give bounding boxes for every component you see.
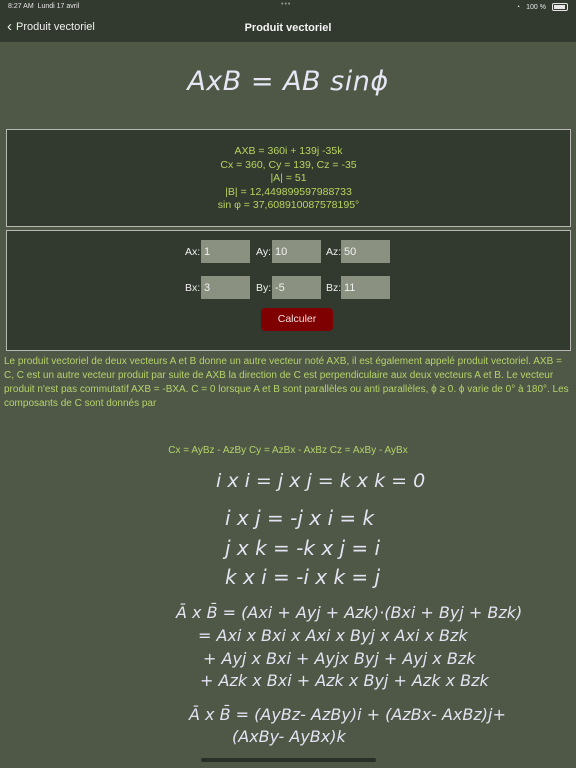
- expansion-line-3: + Ayj x Bxi + Ayjx Byj + Ayj x Bzk: [203, 649, 476, 668]
- ax-field[interactable]: [201, 240, 250, 263]
- by-field[interactable]: [272, 276, 321, 299]
- wifi-icon: ◔: [515, 3, 521, 11]
- expansion-line-1: Ā x B̄ = (Axi + Ayj + Azk)·(Bxi + Byj + …: [176, 603, 523, 622]
- multitasking-dots-icon[interactable]: •••: [281, 1, 291, 8]
- result-formula-line-2: (AxBy- AyBx)k: [232, 727, 346, 746]
- page-title: Produit vectoriel: [244, 22, 332, 34]
- inputs-panel: Ax: Ay: Az: Bx: By: Bz: Calculer: [6, 230, 571, 351]
- main-formula: AxB = AB sinϕ: [187, 66, 389, 97]
- components-formula: Cx = AyBz - AzBy Cy = AzBx - AxBz Cz = A…: [168, 445, 408, 456]
- identity-ki: k x i = -i x k = j: [225, 565, 381, 589]
- result-formula-line-1: Ā x B̄ = (AyBz- AzBy)i + (AzBx- AxBz)j+: [189, 705, 506, 724]
- status-bar: 8:27 AM Lundi 17 avril ••• ◔ 100 %: [0, 0, 576, 14]
- identity-jk: j x k = -k x j = i: [225, 536, 381, 560]
- status-right: ◔ 100 %: [516, 3, 568, 11]
- bz-label: Bz:: [326, 282, 342, 294]
- ay-label: Ay:: [256, 246, 271, 258]
- bx-field[interactable]: [201, 276, 250, 299]
- calculate-button[interactable]: Calculer: [261, 308, 333, 331]
- result-components: Cx = 360, Cy = 139, Cz = -35: [220, 158, 357, 171]
- battery-percent: 100 %: [526, 3, 546, 11]
- bx-label: Bx:: [185, 282, 201, 294]
- result-magnitude-a: |A| = 51: [270, 172, 307, 184]
- expansion-line-2: = Axi x Bxi x Axi x Byj x Axi x Bzk: [198, 626, 468, 645]
- result-sin-phi: sin φ = 37,608910087578195°: [217, 199, 360, 211]
- identity-self: i x i = j x j = k x k = 0: [216, 470, 426, 492]
- result-magnitude-b: |B| = 12,449899597988733: [225, 185, 352, 198]
- battery-icon: [552, 3, 568, 11]
- status-time: 8:27 AM Lundi 17 avril: [8, 3, 80, 10]
- bz-field[interactable]: [341, 276, 390, 299]
- home-indicator[interactable]: [201, 758, 376, 762]
- identity-ij: i x j = -j x i = k: [225, 506, 375, 530]
- results-panel: AXB = 360i + 139j -35k Cx = 360, Cy = 13…: [6, 129, 571, 227]
- by-label: By:: [256, 282, 272, 294]
- expansion-line-4: + Azk x Bxi + Azk x Byj + Azk x Bzk: [200, 671, 489, 690]
- navigation-bar: ‹ Produit vectoriel Produit vectoriel: [0, 14, 576, 42]
- description-text: Le produit vectoriel de deux vecteurs A …: [4, 356, 569, 409]
- az-field[interactable]: [341, 240, 390, 263]
- az-label: Az:: [326, 246, 342, 258]
- ay-field[interactable]: [272, 240, 321, 263]
- result-vector: AXB = 360i + 139j -35k: [234, 145, 343, 157]
- ax-label: Ax:: [185, 246, 201, 258]
